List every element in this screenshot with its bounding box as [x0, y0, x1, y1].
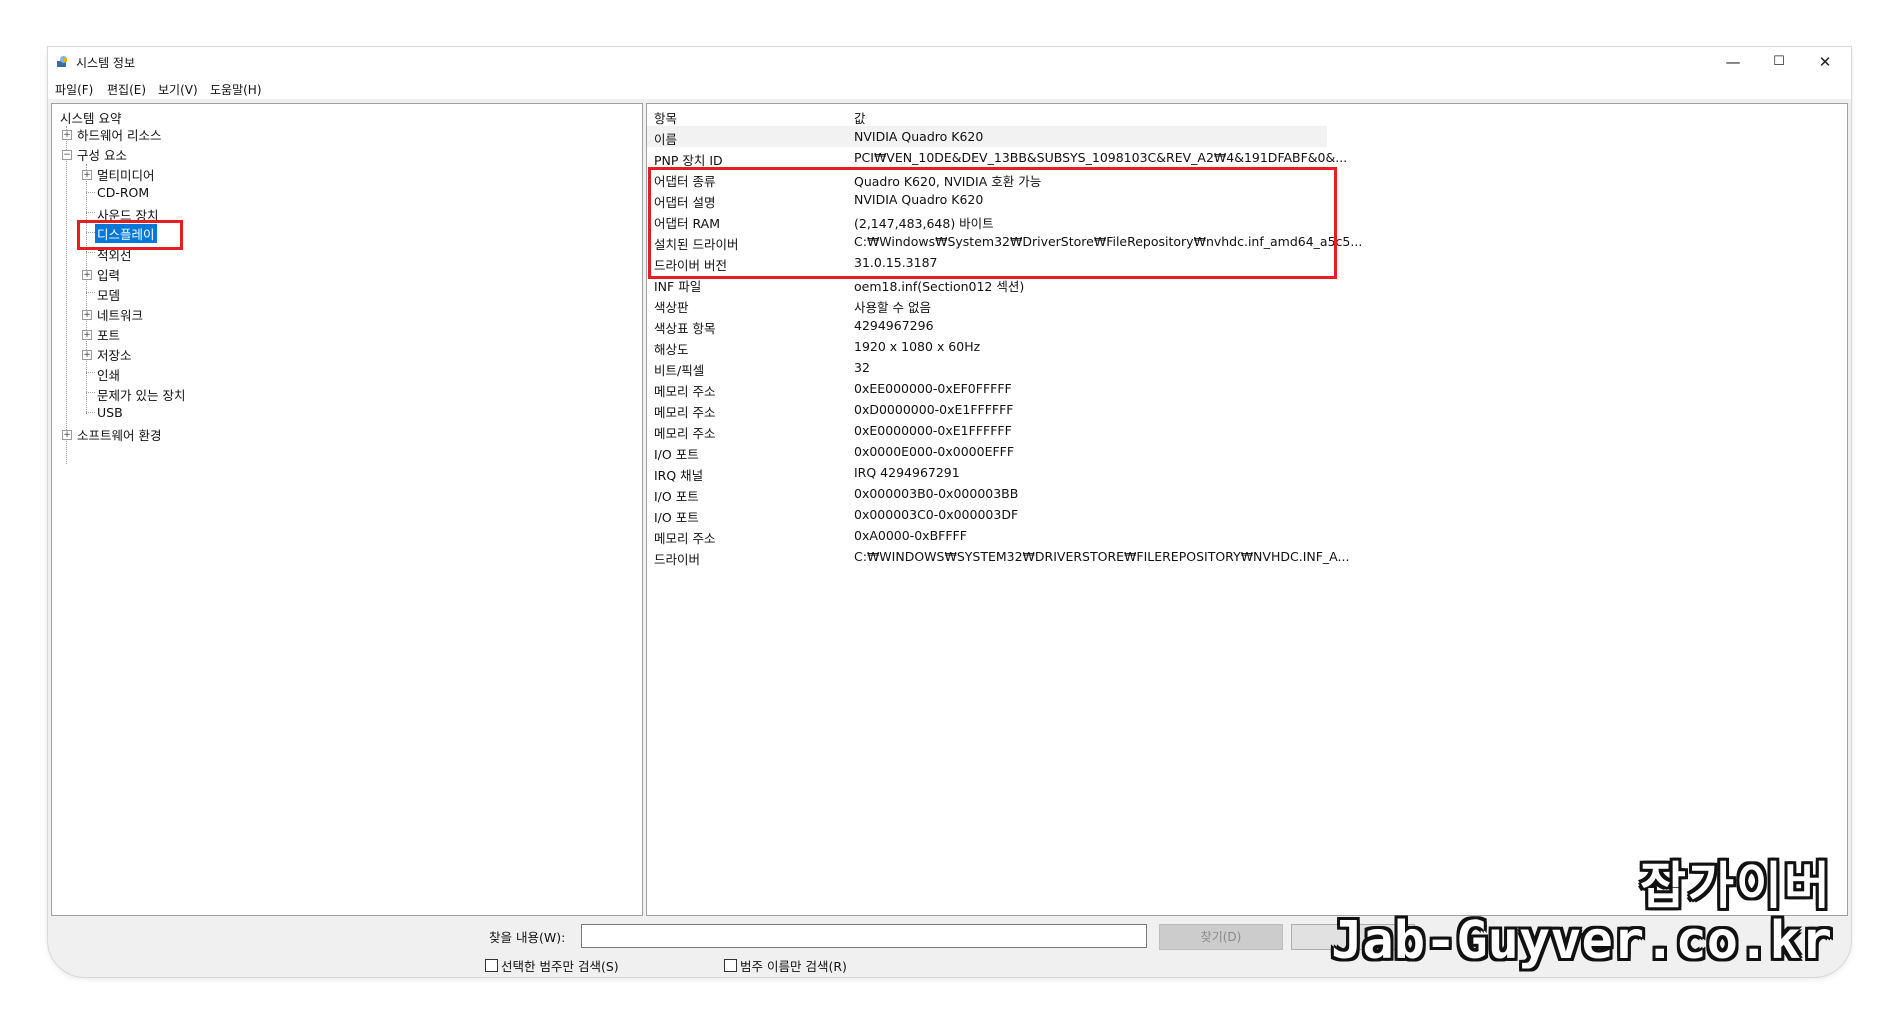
detail-item: 색상표 항목	[654, 321, 716, 336]
tree-item-storage[interactable]: 저장소	[97, 345, 132, 364]
column-header-value[interactable]: 값	[854, 108, 866, 127]
column-headers	[647, 104, 1327, 126]
find-input[interactable]	[581, 924, 1147, 948]
selected-row-bg	[647, 126, 1327, 147]
tree-highlight-box	[77, 220, 183, 250]
tree-item-cdrom[interactable]: CD-ROM	[97, 185, 149, 200]
detail-value: 32	[854, 360, 870, 375]
tree-item-problem-devices[interactable]: 문제가 있는 장치	[97, 385, 185, 404]
detail-item: I/O 포트	[654, 510, 699, 525]
category-tree[interactable]: 시스템 요약 + 하드웨어 리소스 − 구성 요소 + 멀티미디어 CD-ROM…	[51, 103, 643, 916]
detail-value: NVIDIA Quadro K620	[854, 129, 984, 144]
tree-item-network[interactable]: 네트워크	[97, 305, 143, 324]
close-button[interactable]: ✕	[1803, 49, 1847, 75]
detail-value: 0x000003B0-0x000003BB	[854, 486, 1019, 501]
find-label: 찾을 내용(W):	[489, 930, 566, 945]
checkbox-label: 범주 이름만 검색(R)	[740, 959, 847, 974]
checkbox-label: 선택한 범주만 검색(S)	[501, 959, 619, 974]
menu-bar: 파일(F) 편집(E) 보기(V) 도움말(H)	[48, 77, 1851, 99]
tree-item-ports[interactable]: 포트	[97, 325, 120, 344]
detail-value: IRQ 4294967291	[854, 465, 960, 480]
expand-icon[interactable]: +	[82, 170, 92, 180]
column-header-item[interactable]: 항목	[654, 108, 677, 127]
expand-icon[interactable]: +	[82, 330, 92, 340]
minimize-button[interactable]: —	[1711, 49, 1755, 75]
detail-item: 해상도	[654, 342, 689, 357]
tree-item-input[interactable]: 입력	[97, 265, 120, 284]
system-info-icon	[56, 55, 69, 68]
detail-item: 드라이버	[654, 552, 701, 567]
expand-icon[interactable]: +	[82, 310, 92, 320]
details-list[interactable]: 항목 값 이름 NVIDIA Quadro K620 PNP 장치 ID PCI₩V…	[646, 103, 1848, 916]
tree-item-multimedia[interactable]: 멀티미디어	[97, 165, 155, 184]
detail-value: 0x0000E000-0x0000EFFF	[854, 444, 1015, 459]
detail-value: PCI₩VEN_10DE&DEV_13BB&SUBSYS_1098103C&RE…	[854, 150, 1348, 165]
system-info-window: 시스템 정보 — ☐ ✕ 파일(F) 편집(E) 보기(V) 도움말(H) 시스…	[47, 46, 1852, 978]
tree-item-usb[interactable]: USB	[97, 405, 123, 420]
detail-value: 0xD0000000-0xE1FFFFFF	[854, 402, 1014, 417]
menu-file[interactable]: 파일(F)	[55, 81, 93, 98]
detail-item: 색상판	[654, 300, 689, 315]
find-bar: 찾을 내용(W): 찾기(D) 선택한 범주만 검색(S) 범주 이름만 검색(…	[48, 917, 1851, 977]
expand-icon[interactable]: +	[82, 350, 92, 360]
detail-value: 0xE0000000-0xE1FFFFFF	[854, 423, 1012, 438]
checkbox-icon[interactable]	[485, 959, 498, 972]
expand-icon[interactable]: +	[62, 430, 72, 440]
menu-help[interactable]: 도움말(H)	[210, 81, 262, 98]
menu-edit[interactable]: 편집(E)	[107, 81, 146, 98]
detail-item: I/O 포트	[654, 489, 699, 504]
expand-icon[interactable]: +	[82, 270, 92, 280]
tree-software-environment[interactable]: 소프트웨어 환경	[77, 425, 161, 444]
detail-item: 메모리 주소	[654, 405, 716, 420]
detail-value: 0xA0000-0xBFFFF	[854, 528, 967, 543]
find-button[interactable]: 찾기(D)	[1159, 924, 1283, 950]
detail-item: I/O 포트	[654, 447, 699, 462]
detail-item: 비트/픽셀	[654, 363, 705, 378]
window-title: 시스템 정보	[76, 56, 136, 70]
search-selected-category-checkbox[interactable]: 선택한 범주만 검색(S)	[485, 956, 619, 975]
tree-components[interactable]: 구성 요소	[77, 145, 127, 164]
maximize-button[interactable]: ☐	[1757, 49, 1801, 75]
expand-icon[interactable]: +	[62, 130, 72, 140]
tree-item-printing[interactable]: 인쇄	[97, 365, 120, 384]
detail-value: 0xEE000000-0xEF0FFFFF	[854, 381, 1012, 396]
detail-item: IRQ 채널	[654, 468, 704, 483]
detail-item: 메모리 주소	[654, 426, 716, 441]
detail-value: C:₩WINDOWS₩SYSTEM32₩DRIVERSTORE₩FILEREPO…	[854, 549, 1350, 564]
menu-view[interactable]: 보기(V)	[158, 81, 198, 98]
title-bar: 시스템 정보 — ☐ ✕	[48, 47, 1851, 77]
detail-value: 4294967296	[854, 318, 934, 333]
tree-hardware-resources[interactable]: 하드웨어 리소스	[77, 125, 161, 144]
detail-value: 사용할 수 없음	[854, 300, 931, 315]
detail-value: 1920 x 1080 x 60Hz	[854, 339, 981, 354]
detail-item: 이름	[654, 132, 678, 147]
checkbox-icon[interactable]	[724, 959, 737, 972]
collapse-icon[interactable]: −	[62, 150, 72, 160]
tree-item-modem[interactable]: 모뎀	[97, 285, 120, 304]
details-highlight-box	[648, 167, 1337, 279]
close-find-button[interactable]	[1291, 924, 1415, 950]
detail-item: 메모리 주소	[654, 531, 716, 546]
search-category-names-checkbox[interactable]: 범주 이름만 검색(R)	[724, 956, 847, 975]
detail-value: 0x000003C0-0x000003DF	[854, 507, 1019, 522]
detail-item: 메모리 주소	[654, 384, 716, 399]
